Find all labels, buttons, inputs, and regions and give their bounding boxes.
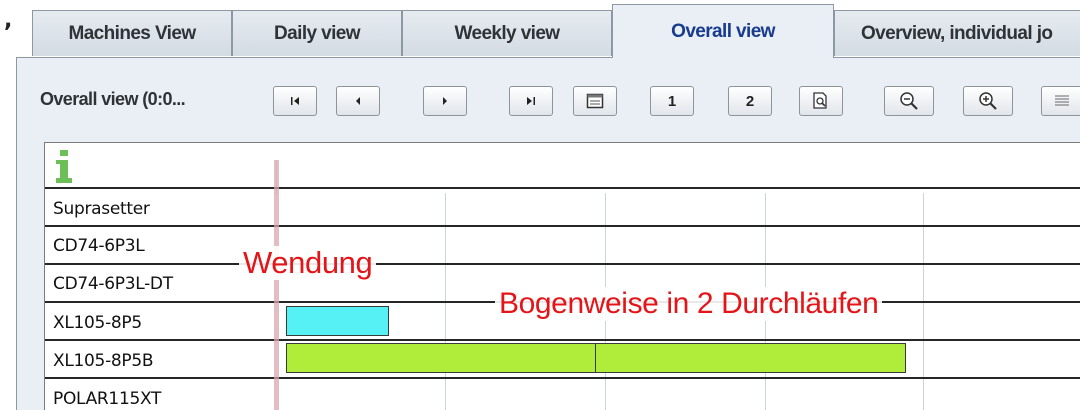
tab-overall-view[interactable]: Overall view: [612, 4, 834, 58]
stray-comma-mark: ,: [4, 8, 13, 33]
row-divider: [45, 339, 1080, 341]
button-label: 1: [667, 92, 677, 110]
machine-label-xl105-8p5: XL105-8P5: [53, 313, 142, 333]
zoom-in-button[interactable]: [963, 86, 1013, 116]
skip-last-icon: [527, 97, 535, 105]
previous-button[interactable]: [336, 86, 380, 116]
layout-button[interactable]: [573, 86, 617, 116]
window-icon: [586, 93, 604, 109]
zoom-fit-button[interactable]: [799, 86, 843, 116]
last-page-button[interactable]: [509, 86, 553, 116]
tab-bar: Machines View Daily view Weekly view Ove…: [14, 0, 1080, 58]
tab-label: Overview, individual jo: [861, 22, 1053, 44]
first-page-button[interactable]: [273, 86, 317, 116]
overall-view-panel: Overall view (0:0... 1 2 Suprasetter CD7…: [16, 57, 1080, 410]
tab-weekly-view[interactable]: Weekly view: [402, 10, 612, 56]
job-bar[interactable]: [286, 306, 389, 336]
list-icon: [1054, 95, 1069, 106]
job-bar[interactable]: [286, 343, 597, 373]
machine-label-xl105-8p5b: XL105-8P5B: [53, 351, 154, 371]
tab-label: Daily view: [274, 22, 360, 44]
row-divider: [45, 377, 1080, 379]
tab-machines-view[interactable]: Machines View: [32, 10, 232, 56]
tab-overview-individual-jobs[interactable]: Overview, individual jo: [834, 10, 1080, 56]
triangle-left-icon: [356, 97, 360, 105]
machine-label-cd74-6p3l-dt: CD74-6P3L-DT: [53, 274, 173, 294]
zoom-in-icon: [979, 92, 997, 110]
tab-label: Machines View: [68, 22, 196, 44]
annotation-wendung: Wendung: [239, 246, 377, 280]
machine-label-suprasetter: Suprasetter: [53, 199, 150, 219]
current-time-line: [274, 160, 279, 410]
annotation-bogenweise: Bogenweise in 2 Durchläufen: [495, 287, 883, 321]
machine-label-polar115xt: POLAR115XT: [53, 389, 162, 409]
gantt-chart: Suprasetter CD74-6P3L CD74-6P3L-DT XL105…: [44, 142, 1080, 410]
tab-label: Overall view: [671, 20, 775, 42]
machine-label-cd74-6p3l: CD74-6P3L: [53, 236, 145, 256]
button-label: 2: [745, 92, 755, 110]
zoom-out-icon: [900, 92, 918, 110]
list-button[interactable]: [1041, 86, 1080, 116]
skip-first-icon: [291, 97, 299, 105]
zoom-out-button[interactable]: [884, 86, 934, 116]
view-1-button[interactable]: 1: [650, 86, 694, 116]
info-icon[interactable]: [55, 148, 73, 184]
zoom-page-icon: [813, 92, 827, 109]
next-button[interactable]: [423, 86, 467, 116]
tab-label: Weekly view: [454, 22, 560, 44]
row-divider: [45, 225, 1080, 227]
row-divider: [45, 263, 1080, 265]
row-divider: [45, 187, 1080, 189]
triangle-right-icon: [443, 97, 447, 105]
toolbar-title: Overall view (0:0...: [40, 89, 186, 109]
view-2-button[interactable]: 2: [728, 86, 772, 116]
tab-daily-view[interactable]: Daily view: [232, 10, 402, 56]
job-bar[interactable]: [595, 343, 906, 373]
